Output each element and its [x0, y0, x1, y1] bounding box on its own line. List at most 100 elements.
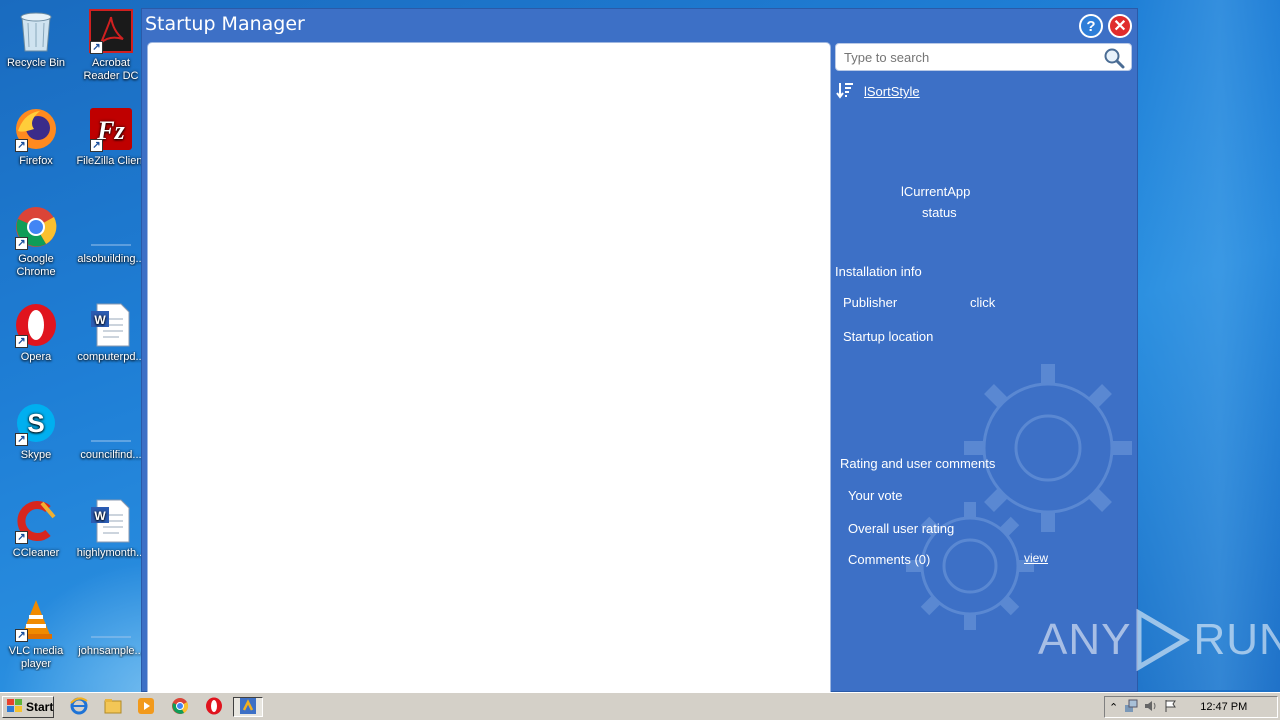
desktop-icon-label: Firefox [19, 155, 53, 167]
desktop-icon-ccleaner[interactable]: ↗ CCleaner [0, 498, 72, 560]
ie-icon [70, 696, 88, 718]
shortcut-arrow-icon: ↗ [15, 237, 28, 250]
blank-file-icon [88, 596, 134, 642]
desktop-icon-opera[interactable]: ↗ Opera [0, 302, 72, 364]
svg-text:W: W [94, 509, 106, 523]
publisher-label: Publisher [843, 295, 898, 310]
start-label: Start [26, 700, 54, 714]
current-app-label: lCurrentApp [901, 184, 971, 199]
your-vote-label: Your vote [848, 488, 903, 503]
desktop-icon-johnsample[interactable]: johnsample... [75, 596, 147, 658]
taskbar-media-player-button[interactable] [135, 697, 157, 717]
opera-icon: ↗ [13, 302, 59, 348]
chrome-icon [171, 697, 189, 718]
watermark-text-left: ANY [1038, 615, 1132, 664]
shortcut-arrow-icon: ↗ [15, 335, 28, 348]
taskbar-opera-button[interactable] [203, 697, 225, 717]
overall-rating-label: Overall user rating [848, 521, 955, 536]
desktop-icon-label: VLC media player [8, 645, 64, 670]
desktop-icon-label: Opera [20, 351, 52, 363]
desktop-icon-recycle-bin[interactable]: Recycle Bin [0, 8, 72, 70]
media-player-icon [137, 697, 155, 718]
watermark-text-right: RUN [1193, 615, 1280, 664]
desktop-icon-firefox[interactable]: ↗ Firefox [0, 106, 72, 168]
vlc-icon: ↗ [13, 596, 59, 642]
taskbar-explorer-button[interactable] [102, 697, 124, 717]
shortcut-arrow-icon: ↗ [90, 139, 103, 152]
desktop-icon-label: councilfind... [80, 449, 142, 461]
desktop-glow-right [1130, 0, 1280, 690]
sort-icon[interactable] [836, 81, 854, 102]
desktop-icon-label: Acrobat Reader DC [83, 57, 139, 82]
installation-info-heading: Installation info [835, 264, 922, 279]
startup-manager-window: Startup Manager ? ✕ Type to search lSort… [141, 8, 1138, 693]
search-input[interactable] [836, 44, 1096, 70]
desktop-icon-label: CCleaner [12, 547, 60, 559]
comments-label: Comments (0) [848, 552, 931, 567]
desktop-icon-vlc[interactable]: ↗ VLC media player [0, 596, 72, 671]
view-comments-link[interactable]: view [1024, 551, 1048, 565]
desktop-icon-highlymonth[interactable]: W highlymonth... [75, 498, 147, 560]
tray-expand-icon[interactable]: ⌃ [1109, 701, 1118, 714]
firefox-icon: ↗ [13, 106, 59, 152]
clock[interactable]: 12:47 PM [1200, 701, 1247, 713]
svg-text:S: S [27, 408, 44, 438]
desktop-icon-chrome[interactable]: ↗ Google Chrome [0, 204, 72, 279]
details-sidebar: lSortStyle lCurrentApp status Installati… [832, 42, 1137, 692]
start-button[interactable]: Start [2, 696, 54, 718]
desktop-icon-computerpd[interactable]: W computerpd... [75, 302, 147, 364]
shortcut-arrow-icon: ↗ [15, 433, 28, 446]
taskbar-chrome-button[interactable] [169, 697, 191, 717]
window-title: Startup Manager [145, 13, 305, 35]
startup-items-list[interactable] [147, 42, 831, 693]
desktop-icon-label: Recycle Bin [6, 57, 66, 69]
search-icon[interactable] [1103, 47, 1125, 72]
explorer-icon [104, 698, 122, 717]
chrome-icon: ↗ [13, 204, 59, 250]
network-icon[interactable] [1124, 699, 1138, 716]
taskbar: Start ⌃ 12:47 PM [0, 692, 1280, 720]
filezilla-icon: Fz ↗ [88, 106, 134, 152]
sort-control[interactable]: lSortStyle [836, 81, 920, 102]
system-tray: ⌃ 12:47 PM [1104, 696, 1278, 718]
desktop-icon-filezilla[interactable]: Fz ↗ FileZilla Client [75, 106, 147, 168]
desktop-icon-acrobat[interactable]: ↗ Acrobat Reader DC [75, 8, 147, 83]
desktop-icon-label: FileZilla Client [76, 155, 146, 167]
help-button[interactable]: ? [1079, 14, 1103, 38]
anyrun-watermark: ANY RUN [1038, 608, 1280, 672]
blank-file-icon [88, 400, 134, 446]
desktop-icon-skype[interactable]: S ↗ Skype [0, 400, 72, 462]
skype-icon: S ↗ [13, 400, 59, 446]
acrobat-icon: ↗ [88, 8, 134, 54]
play-icon [1136, 609, 1191, 671]
word-doc-icon: W [88, 302, 134, 348]
startup-manager-icon [239, 697, 257, 718]
shortcut-arrow-icon: ↗ [15, 629, 28, 642]
shortcut-arrow-icon: ↗ [15, 531, 28, 544]
desktop-icon-councilfind[interactable]: councilfind... [75, 400, 147, 462]
desktop-icon-label: highlymonth... [76, 547, 146, 559]
sort-style-link[interactable]: lSortStyle [864, 84, 920, 99]
taskbar-startup-manager-button[interactable] [233, 697, 263, 717]
publisher-value[interactable]: click [970, 295, 995, 310]
desktop-icon-label: Google Chrome [16, 253, 56, 278]
action-center-flag-icon[interactable] [1164, 699, 1178, 716]
opera-icon [205, 697, 223, 718]
word-doc-icon: W [88, 498, 134, 544]
rating-heading: Rating and user comments [840, 456, 996, 471]
close-button[interactable]: ✕ [1108, 14, 1132, 38]
shortcut-arrow-icon: ↗ [90, 41, 103, 54]
shortcut-arrow-icon: ↗ [15, 139, 28, 152]
ccleaner-icon: ↗ [13, 498, 59, 544]
taskbar-ie-button[interactable] [68, 696, 90, 718]
windows-logo-icon [7, 698, 23, 716]
desktop-icon-label: Skype [20, 449, 52, 461]
blank-file-icon [88, 204, 134, 250]
desktop-icon-label: computerpd... [77, 351, 145, 363]
volume-icon[interactable] [1144, 699, 1158, 716]
desktop-icon-label: alsobuilding... [77, 253, 145, 265]
search-box[interactable] [835, 43, 1132, 71]
recycle-bin-icon [13, 8, 59, 54]
startup-location-label: Startup location [843, 329, 934, 344]
desktop-icon-alsobuilding[interactable]: alsobuilding... [75, 204, 147, 266]
